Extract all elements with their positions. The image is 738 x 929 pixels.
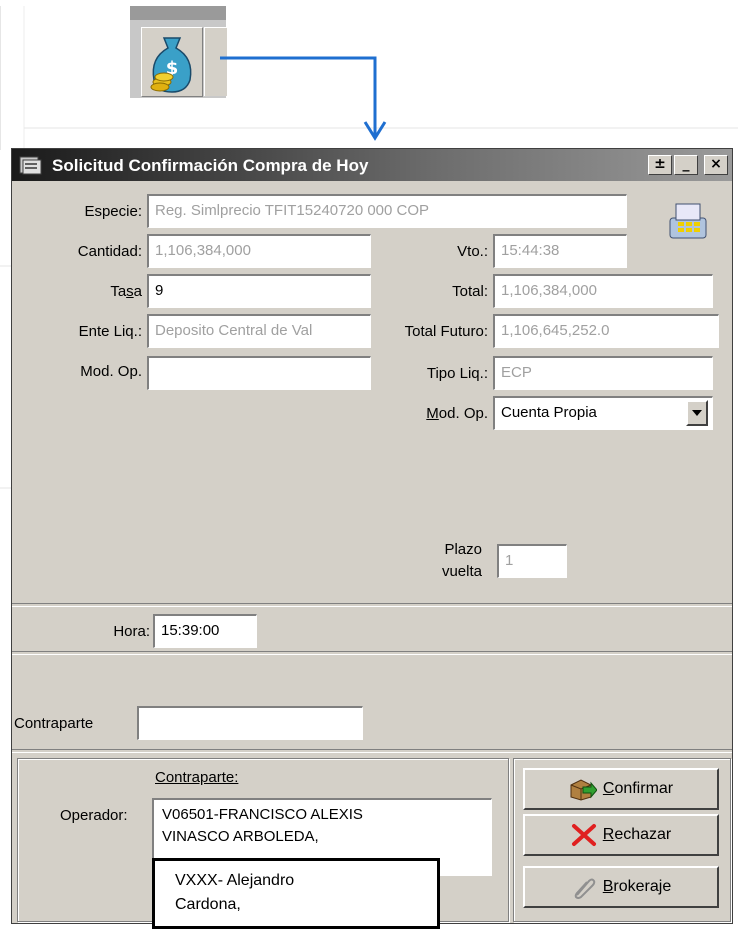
annotation-callout: VXXX- Alejandro Cardona, <box>152 858 440 929</box>
total-futuro-field[interactable]: 1,106,645,252.0 <box>493 314 719 348</box>
mod-op-dropdown-button[interactable] <box>686 400 708 426</box>
hora-label: Hora: <box>113 623 150 640</box>
confirmar-button[interactable]: Confirmar <box>523 768 719 810</box>
total-label: Total: <box>452 283 488 300</box>
money-bag-icon: $ <box>150 37 192 93</box>
connector-arrow <box>220 56 387 141</box>
total-futuro-label: Total Futuro: <box>404 323 488 340</box>
brokeraje-button[interactable]: Brokeraje <box>523 866 719 908</box>
mod-op-dropdown-label: Mod. Op. <box>426 405 488 422</box>
plazo-vuelta-field[interactable]: 1 <box>497 544 567 578</box>
callout-line-2: Cardona, <box>175 896 241 913</box>
separator-1 <box>12 603 732 607</box>
box-arrow-icon <box>570 779 597 801</box>
chevron-down-icon <box>692 410 702 416</box>
operador-line-2: VINASCO ARBOLEDA, <box>162 828 319 845</box>
cash-register-icon <box>669 203 707 239</box>
mod-op-input[interactable] <box>147 356 371 390</box>
cantidad-label: Cantidad: <box>77 243 142 260</box>
vuelta-label: vuelta <box>441 563 482 580</box>
contraparte-header: Contraparte: <box>155 769 239 786</box>
separator-3 <box>12 749 732 753</box>
cantidad-field[interactable]: 1,106,384,000 <box>147 234 371 268</box>
tasa-input[interactable]: 9 <box>147 274 371 308</box>
total-field[interactable]: 1,106,384,000 <box>493 274 713 308</box>
red-x-icon <box>571 824 596 846</box>
tipo-liq-label: Tipo Liq.: <box>426 365 488 382</box>
mod-op-select[interactable]: Cuenta Propia <box>493 396 713 430</box>
contraparte-label: Contraparte <box>14 715 94 732</box>
vto-label: Vto.: <box>457 243 488 260</box>
separator-2 <box>12 651 732 655</box>
money-toolbar-button[interactable]: $ <box>141 27 203 97</box>
operador-line-1: V06501-FRANCISCO ALEXIS <box>162 806 363 823</box>
paperclip-icon <box>574 878 595 899</box>
close-button[interactable]: × <box>704 155 728 175</box>
callout-line-1: VXXX- Alejandro <box>175 872 295 889</box>
window-title: Solicitud Confirmación Compra de Hoy <box>52 156 369 175</box>
contraparte-input[interactable] <box>137 706 363 740</box>
minimize-button[interactable]: _ <box>674 155 698 175</box>
ente-liq-label: Ente Liq.: <box>78 323 142 340</box>
ente-liq-field[interactable]: Deposito Central de Val <box>147 314 371 348</box>
tipo-liq-field[interactable]: ECP <box>493 356 713 390</box>
window-app-icon <box>19 156 42 175</box>
rechazar-button[interactable]: Rechazar <box>523 814 719 856</box>
rechazar-label: Rechazar <box>602 826 672 843</box>
restore-button[interactable]: ± <box>648 155 672 175</box>
brokeraje-label: Brokeraje <box>602 878 672 895</box>
tasa-label: Tasa <box>110 283 142 300</box>
toolbar-strip-header <box>130 6 226 20</box>
confirmar-label: Confirmar <box>602 780 674 797</box>
plazo-label: Plazo <box>444 541 482 558</box>
hora-input[interactable]: 15:39:00 <box>153 614 257 648</box>
vto-field[interactable]: 15:44:38 <box>493 234 627 268</box>
especie-field[interactable]: Reg. Simlprecio TFIT15240720 000 COP <box>147 194 627 228</box>
operador-label: Operador: <box>60 807 128 824</box>
especie-label: Especie: <box>84 203 142 220</box>
mod-op-label: Mod. Op. <box>80 363 142 380</box>
